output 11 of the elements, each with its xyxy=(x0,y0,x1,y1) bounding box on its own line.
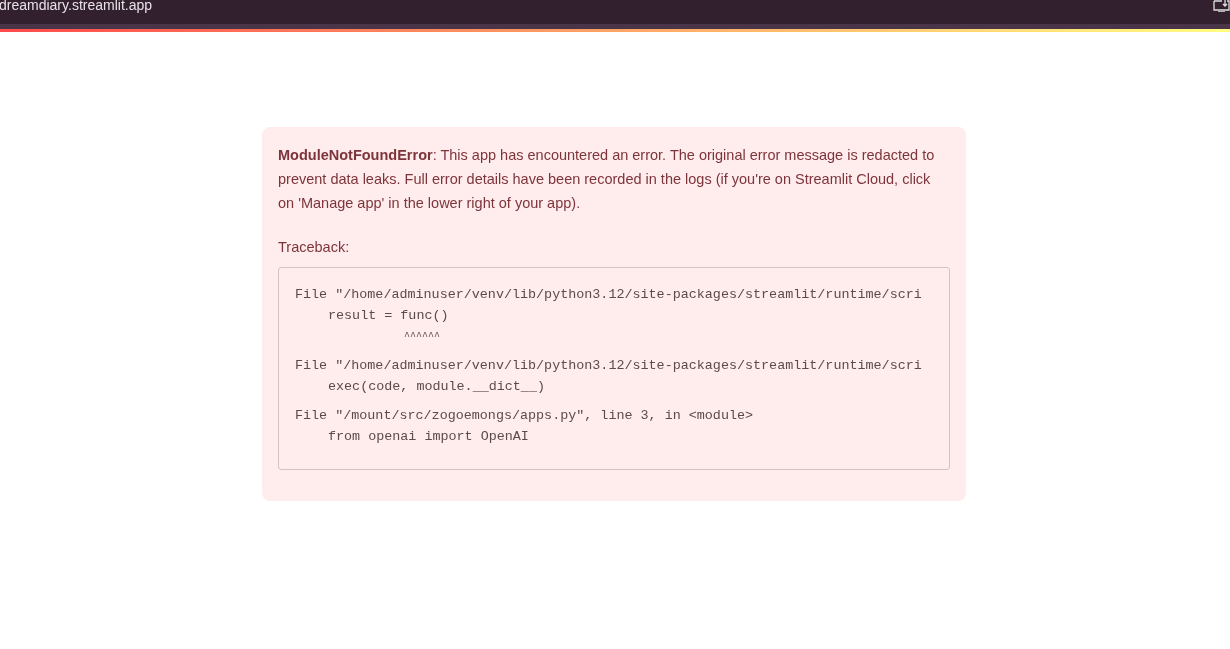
code-line: File "/mount/src/zogoemongs/apps.py", line 3, in <module> xyxy=(295,407,755,425)
code-line: File "/home/adminuser/venv/lib/python3.12/site-packages/streamlit/runtime/scri xyxy=(295,286,923,304)
code-line: File "/home/adminuser/venv/lib/python3.12/site-packages/streamlit/runtime/scri xyxy=(295,357,923,375)
monitor-icon[interactable] xyxy=(1213,0,1230,12)
code-line: result = func() xyxy=(327,307,450,325)
error-message: ModuleNotFoundError: This app has encountered an error. The original error message is redacted to prevent data leaks. Full error details have been recorded in the logs (if you're on Streamlit Cloud, click on 'Manage app' in the lower right of your app). xyxy=(278,146,936,213)
traceback-label: Traceback: xyxy=(278,238,351,257)
url-text: dreamdiary.streamlit.app xyxy=(0,0,153,12)
code-line: exec(code, module.__dict__) xyxy=(327,378,546,396)
code-line: ^^^^^^ xyxy=(403,330,441,344)
code-line: from openai import OpenAI xyxy=(327,428,530,446)
